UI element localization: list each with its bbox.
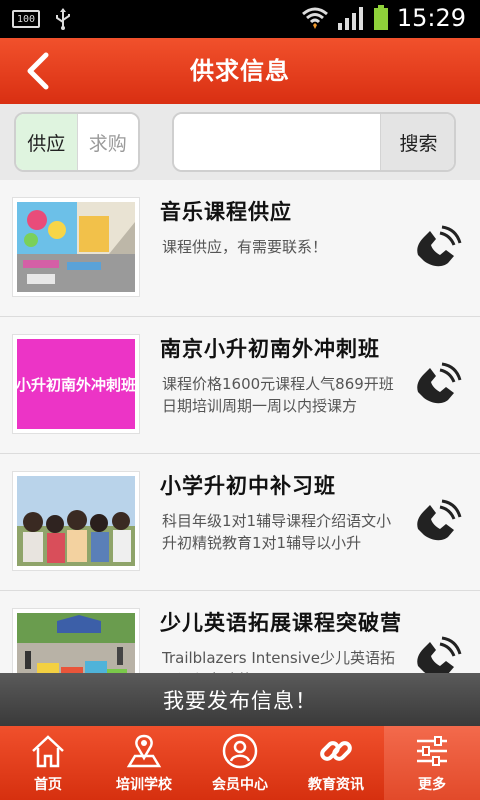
listing-title: 音乐课程供应 — [160, 200, 292, 224]
search-input[interactable] — [174, 114, 380, 170]
listing-title: 少儿英语拓展课程突破营 — [160, 611, 402, 635]
back-button[interactable] — [14, 48, 60, 94]
listing-description: 科目年级1对1辅导课程介绍语文小升初精锐教育1对1辅导以小升 — [162, 512, 392, 552]
list-item[interactable]: 小学升初中补习班 科目年级1对1辅导课程介绍语文小升初精锐教育1对1辅导以小升 — [0, 454, 480, 591]
settings-sliders-icon — [417, 736, 447, 766]
course-banner-image: 小升初南外冲刺班 — [17, 339, 135, 429]
app-header: 供求信息 — [0, 38, 480, 104]
students-photo — [17, 476, 135, 566]
school-map-icon — [126, 734, 162, 768]
outdoor-activity-photo — [17, 613, 135, 680]
banner-text: 小升初南外冲刺班 — [17, 375, 135, 394]
tab-label: 首页 — [34, 777, 62, 793]
search-button[interactable]: 搜索 — [380, 114, 454, 170]
battery-saver-icon: 100 — [12, 10, 40, 28]
link-icon — [320, 741, 352, 761]
bottom-tab-bar: 首页 培训学校 会员中心 教育资讯 更多 — [0, 726, 480, 800]
listing-title: 小学升初中补习班 — [160, 474, 336, 498]
supply-tab[interactable]: 供应 — [16, 114, 77, 170]
home-icon — [32, 735, 64, 768]
search-toolbar: 供应 求购 搜索 — [0, 104, 480, 180]
listing-description: 课程供应，有需要联系！ — [162, 238, 328, 256]
tab-home[interactable]: 首页 — [0, 726, 96, 800]
list-item[interactable]: 音乐课程供应 课程供应，有需要联系！ — [0, 180, 480, 317]
tab-training-schools[interactable]: 培训学校 — [96, 726, 192, 800]
publish-info-button[interactable]: 我要发布信息！ — [0, 673, 480, 726]
tab-label: 培训学校 — [116, 777, 172, 793]
page-title: 供求信息 — [190, 57, 290, 85]
battery-percent-text: 100 — [16, 13, 36, 25]
signal-icon — [337, 7, 363, 30]
tab-more[interactable]: 更多 — [384, 726, 480, 800]
listing-description: 课程价格1600元课程人气869开班日期培训周期一周以内授课方 — [162, 375, 394, 415]
listing-title: 南京小升初南外冲刺班 — [160, 337, 380, 361]
tab-label: 教育资讯 — [308, 777, 364, 793]
tab-education-news[interactable]: 教育资讯 — [288, 726, 384, 800]
tab-label: 会员中心 — [212, 777, 268, 793]
status-bar: 100 15:29 — [0, 0, 480, 38]
listing-thumbnail: 小升初南外冲刺班 — [12, 334, 140, 434]
tab-member-center[interactable]: 会员中心 — [192, 726, 288, 800]
phone-icon[interactable] — [412, 362, 462, 410]
list-item[interactable]: 少儿英语拓展课程突破营 Trailblazers Intensive少儿英语拓展… — [0, 591, 480, 680]
wifi-icon — [301, 7, 328, 29]
supply-demand-toggle: 供应 求购 — [14, 112, 140, 172]
listing-thumbnail — [12, 471, 140, 571]
listing-thumbnail — [12, 608, 140, 680]
list-item[interactable]: 小升初南外冲刺班 南京小升初南外冲刺班 课程价格1600元课程人气869开班日期… — [0, 317, 480, 454]
phone-icon[interactable] — [412, 225, 462, 273]
user-icon — [222, 733, 258, 769]
demand-tab[interactable]: 求购 — [76, 114, 138, 170]
classroom-image — [17, 202, 135, 292]
tab-label: 更多 — [418, 777, 446, 793]
search-box: 搜索 — [172, 112, 456, 172]
usb-icon — [56, 8, 70, 30]
phone-icon[interactable] — [412, 499, 462, 547]
listing-list: 音乐课程供应 课程供应，有需要联系！ 小升初南外冲刺班 南京小升初南外冲刺班 课… — [0, 180, 480, 680]
clock-time: 15:29 — [396, 4, 466, 32]
chevron-left-icon — [27, 52, 49, 90]
battery-icon — [373, 5, 388, 30]
listing-thumbnail — [12, 197, 140, 297]
